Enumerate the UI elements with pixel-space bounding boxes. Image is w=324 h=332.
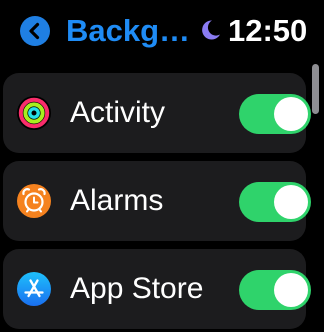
list-item-alarms[interactable]: Alarms <box>3 161 311 241</box>
back-title[interactable]: Backg… <box>66 13 190 49</box>
list-item-label: Alarms <box>70 184 164 217</box>
chevron-left-icon <box>29 22 40 40</box>
back-button[interactable] <box>20 16 50 46</box>
alarm-clock-icon <box>17 184 51 218</box>
list-item-app-store[interactable]: App Store <box>3 249 311 329</box>
clock: 12:50 <box>228 13 308 48</box>
list-item-label: App Store <box>70 272 204 305</box>
app-store-toggle[interactable] <box>239 270 311 310</box>
header: Backg… 12:50 <box>0 0 324 62</box>
moon-icon <box>202 20 220 40</box>
toggle-knob <box>274 185 308 219</box>
activity-toggle[interactable] <box>239 94 311 134</box>
list-item-label: Activity <box>70 96 166 129</box>
list-item-activity[interactable]: Activity <box>3 73 311 153</box>
scrollbar[interactable] <box>312 64 319 114</box>
activity-rings-icon <box>17 96 51 130</box>
app-store-icon <box>17 272 51 306</box>
toggle-knob <box>274 97 308 131</box>
toggle-knob <box>274 273 308 307</box>
alarms-toggle[interactable] <box>239 182 311 222</box>
